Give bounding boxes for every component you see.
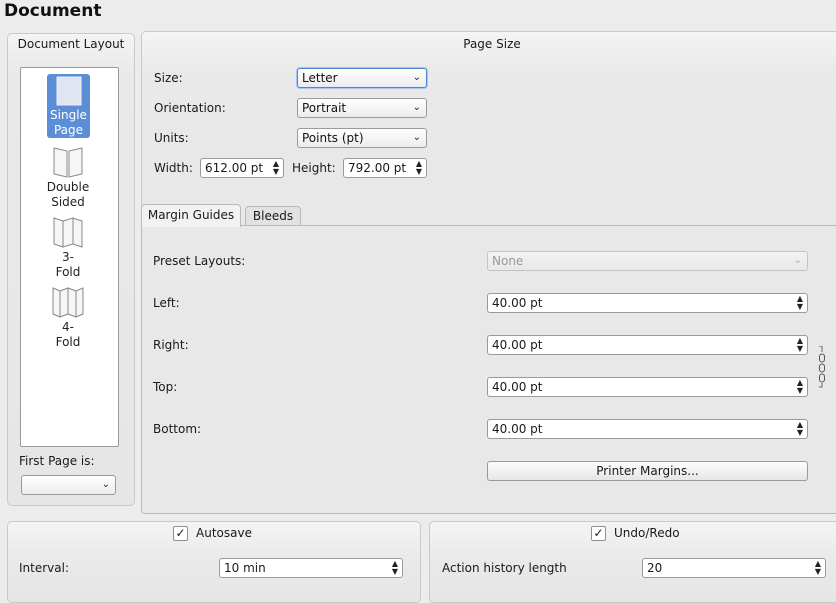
four-fold-icon — [52, 287, 84, 318]
chevron-down-icon: ⌄ — [412, 72, 421, 83]
check-icon: ✓ — [593, 526, 604, 540]
orientation-label: Orientation: — [154, 101, 226, 115]
tab-margin-guides[interactable]: Margin Guides — [141, 204, 241, 227]
layout-4-fold-line1: 4- — [62, 320, 74, 334]
height-value: 792.00 pt — [348, 161, 407, 175]
layout-double-sided[interactable]: Double Sided — [34, 146, 102, 210]
double-sided-icon — [53, 147, 83, 178]
right-margin-label: Right: — [153, 338, 189, 352]
layout-double-sided-line2: Sided — [51, 195, 85, 209]
units-value: Points (pt) — [302, 131, 364, 145]
layout-single-page-line1: Single — [50, 108, 87, 122]
chevron-down-icon: ⌄ — [793, 255, 802, 266]
units-label: Units: — [154, 131, 189, 145]
preset-layouts-combo[interactable]: None ⌄ — [487, 251, 808, 271]
three-fold-icon — [53, 217, 83, 248]
spin-arrows-icon[interactable]: ▲ ▼ — [815, 560, 821, 576]
chevron-down-icon: ⌄ — [412, 102, 421, 113]
chevron-down-icon: ⌄ — [101, 479, 110, 490]
size-combo[interactable]: Letter ⌄ — [297, 68, 427, 88]
layout-4-fold-line2: Fold — [55, 335, 81, 349]
spin-arrows-icon[interactable]: ▲ ▼ — [797, 379, 803, 395]
preset-layouts-value: None — [492, 254, 524, 268]
top-margin-value: 40.00 pt — [492, 380, 543, 394]
printer-margins-button[interactable]: Printer Margins... — [487, 461, 808, 481]
preset-layouts-label: Preset Layouts: — [153, 254, 246, 268]
first-page-combo[interactable]: ⌄ — [21, 475, 116, 495]
undo-redo-checkbox[interactable]: ✓ — [591, 526, 606, 541]
layout-double-sided-line1: Double — [46, 180, 90, 194]
action-history-value: 20 — [647, 561, 663, 575]
width-value: 612.00 pt — [205, 161, 264, 175]
layout-list[interactable]: Single Page Double Sided 3- Fold 4- Fold — [20, 67, 119, 447]
height-label: Height: — [292, 161, 336, 175]
size-value: Letter — [302, 71, 338, 85]
layout-3-fold-line1: 3- — [62, 250, 74, 264]
layout-4-fold[interactable]: 4- Fold — [34, 286, 102, 350]
spin-arrows-icon[interactable]: ▲ ▼ — [797, 421, 803, 437]
width-label: Width: — [154, 161, 193, 175]
action-history-label: Action history length — [442, 561, 567, 575]
check-icon: ✓ — [175, 526, 186, 540]
single-page-icon — [56, 76, 81, 106]
chevron-down-icon: ⌄ — [412, 132, 421, 143]
layout-3-fold-line2: Fold — [55, 265, 81, 279]
bottom-margin-label: Bottom: — [153, 422, 202, 436]
top-margin-label: Top: — [153, 380, 178, 394]
right-margin-value: 40.00 pt — [492, 338, 543, 352]
width-spinbox[interactable]: 612.00 pt ▲ ▼ — [200, 158, 284, 178]
spin-arrows-icon[interactable]: ▲ ▼ — [392, 560, 398, 576]
size-label: Size: — [154, 71, 183, 85]
interval-spinbox[interactable]: 10 min ▲ ▼ — [219, 558, 403, 578]
interval-value: 10 min — [224, 561, 266, 575]
left-margin-value: 40.00 pt — [492, 296, 543, 310]
page-size-title: Page Size — [463, 37, 521, 51]
layout-3-fold[interactable]: 3- Fold — [34, 216, 102, 280]
autosave-checkbox[interactable]: ✓ — [173, 526, 188, 541]
spin-arrows-icon[interactable]: ▲ ▼ — [416, 160, 422, 176]
orientation-value: Portrait — [302, 101, 347, 115]
dialog-title: Document — [4, 1, 102, 21]
left-margin-label: Left: — [153, 296, 180, 310]
height-spinbox[interactable]: 792.00 pt ▲ ▼ — [343, 158, 427, 178]
undo-redo-label: Undo/Redo — [614, 526, 680, 540]
chain-link-icon[interactable] — [818, 346, 826, 388]
spin-arrows-icon[interactable]: ▲ ▼ — [273, 160, 279, 176]
first-page-label: First Page is: — [19, 454, 95, 468]
layout-single-page[interactable]: Single Page — [47, 74, 90, 138]
action-history-spinbox[interactable]: 20 ▲ ▼ — [642, 558, 826, 578]
spin-arrows-icon[interactable]: ▲ ▼ — [797, 337, 803, 353]
bottom-margin-spinbox[interactable]: 40.00 pt ▲ ▼ — [487, 419, 808, 439]
spin-arrows-icon[interactable]: ▲ ▼ — [797, 295, 803, 311]
right-margin-spinbox[interactable]: 40.00 pt ▲ ▼ — [487, 335, 808, 355]
bottom-margin-value: 40.00 pt — [492, 422, 543, 436]
interval-label: Interval: — [19, 561, 69, 575]
autosave-label: Autosave — [196, 526, 252, 540]
units-combo[interactable]: Points (pt) ⌄ — [297, 128, 427, 148]
orientation-combo[interactable]: Portrait ⌄ — [297, 98, 427, 118]
document-layout-title: Document Layout — [17, 37, 125, 51]
tab-bleeds[interactable]: Bleeds — [245, 206, 301, 226]
left-margin-spinbox[interactable]: 40.00 pt ▲ ▼ — [487, 293, 808, 313]
layout-single-page-line2: Page — [53, 123, 84, 137]
top-margin-spinbox[interactable]: 40.00 pt ▲ ▼ — [487, 377, 808, 397]
